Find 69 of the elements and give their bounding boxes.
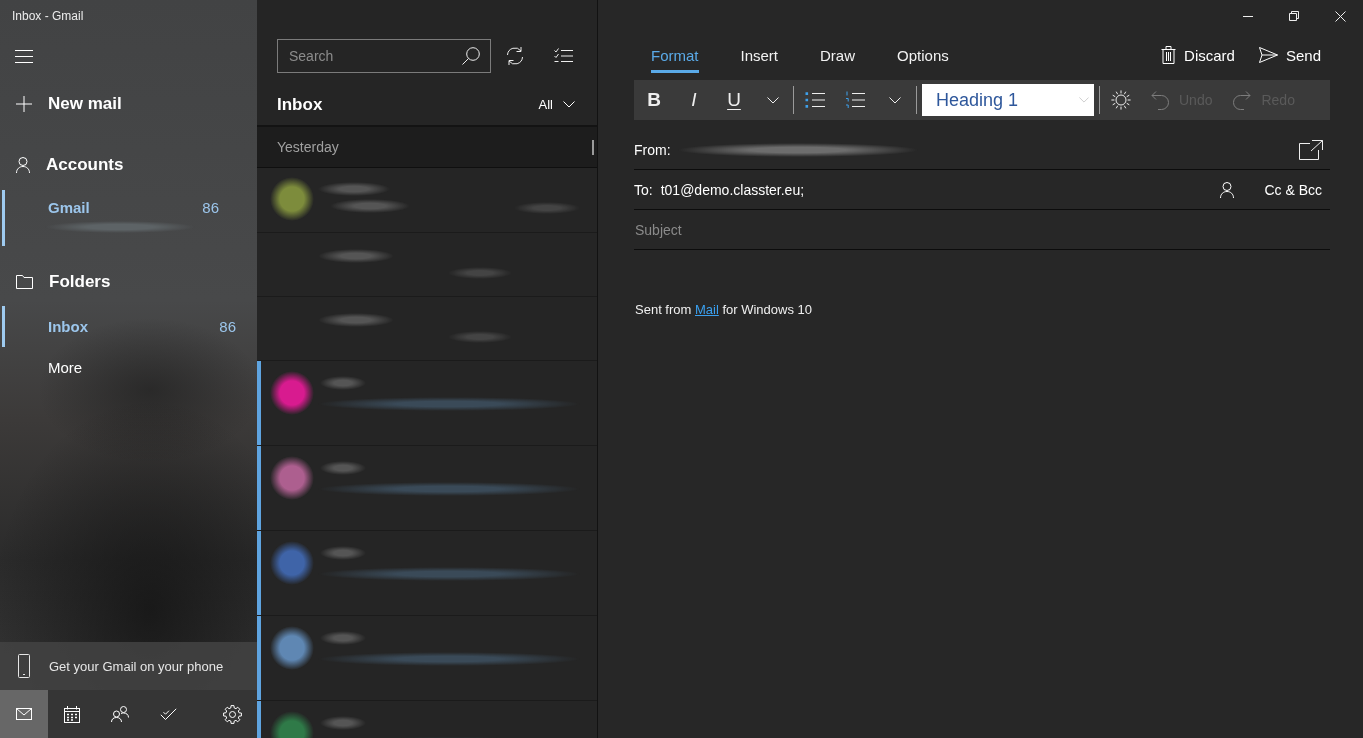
- message-row[interactable]: [257, 361, 597, 446]
- accounts-button[interactable]: Accounts: [0, 141, 136, 189]
- popout-icon: [1299, 139, 1323, 160]
- ribbon-tab[interactable]: Draw: [799, 37, 877, 73]
- sun-icon: [1111, 90, 1131, 110]
- underline-button[interactable]: U: [714, 80, 754, 120]
- send-icon: [1258, 47, 1278, 63]
- folder-icon: [16, 275, 33, 289]
- signature-text: Sent from Mail for Windows 10: [634, 302, 813, 318]
- numbered-list-icon: [845, 91, 865, 109]
- restore-icon: [1289, 11, 1299, 21]
- trash-icon: [1161, 46, 1177, 64]
- window-title: Inbox - Gmail: [11, 8, 84, 25]
- folder-name: More: [48, 359, 84, 376]
- bulleted-list-icon: [805, 92, 825, 108]
- mail-button[interactable]: [0, 690, 48, 738]
- chevron-icon: [889, 96, 901, 104]
- mail-link[interactable]: Mail: [694, 302, 719, 317]
- list-title: Inbox: [277, 94, 324, 115]
- message-row[interactable]: [257, 616, 597, 701]
- bold-button[interactable]: B: [634, 80, 674, 120]
- person-icon: [16, 157, 30, 173]
- to-label: To:: [634, 181, 653, 198]
- checklist-icon: [553, 48, 573, 64]
- message-row[interactable]: [257, 446, 597, 531]
- message-row[interactable]: [257, 531, 597, 616]
- folders-button[interactable]: Folders: [0, 258, 123, 306]
- sync-icon: [505, 46, 525, 66]
- mail-icon: [16, 708, 32, 720]
- folder-item[interactable]: More: [2, 347, 257, 388]
- chevron-icon: [563, 101, 575, 108]
- from-label: From:: [634, 141, 671, 158]
- send-button[interactable]: Send: [1246, 37, 1333, 73]
- redo-icon: [1233, 90, 1252, 110]
- undo-icon: [1151, 90, 1169, 110]
- menu-icon: [15, 49, 33, 63]
- date-group-header: Yesterday: [277, 139, 339, 155]
- account-name: Gmail: [48, 198, 91, 216]
- filter-dropdown[interactable]: All: [538, 97, 575, 112]
- checkmark-icon: [159, 707, 177, 721]
- unread-count: 86: [219, 318, 236, 335]
- minimize-icon: [1243, 15, 1253, 17]
- ribbon-tab[interactable]: Insert: [719, 37, 800, 73]
- to-field[interactable]: t01@demo.classter.eu;: [660, 170, 1211, 209]
- account-item[interactable]: Gmail 86: [2, 190, 257, 246]
- search-icon: [462, 47, 480, 65]
- phone-promo-banner[interactable]: Get your Gmail on your phone: [0, 642, 257, 690]
- close-icon: [1334, 10, 1346, 22]
- chevron-icon: [767, 96, 779, 104]
- cc-bcc-button[interactable]: Cc & Bcc: [1254, 172, 1330, 207]
- person-icon: [1220, 181, 1235, 198]
- search-button[interactable]: [462, 47, 480, 65]
- plus-icon: [16, 96, 32, 112]
- scrollbar-thumb[interactable]: [592, 139, 594, 155]
- ribbon-tab[interactable]: Options: [876, 37, 970, 73]
- discard-button[interactable]: Discard: [1149, 37, 1247, 73]
- unread-count: 86: [202, 198, 219, 216]
- people-icon: [111, 706, 129, 722]
- calendar-icon: [64, 705, 80, 723]
- search-field[interactable]: Search: [277, 39, 491, 73]
- style-dropdown[interactable]: Heading 1: [922, 84, 1094, 116]
- settings-icon: [222, 704, 242, 724]
- new-mail-button[interactable]: New mail: [0, 80, 134, 128]
- subject-field[interactable]: Subject: [634, 210, 1330, 249]
- chevron-icon: [1079, 97, 1089, 103]
- popout-button[interactable]: [1299, 139, 1323, 160]
- italic-button[interactable]: I: [674, 80, 714, 120]
- folder-name: Inbox: [48, 318, 89, 335]
- phone-icon: [18, 654, 30, 678]
